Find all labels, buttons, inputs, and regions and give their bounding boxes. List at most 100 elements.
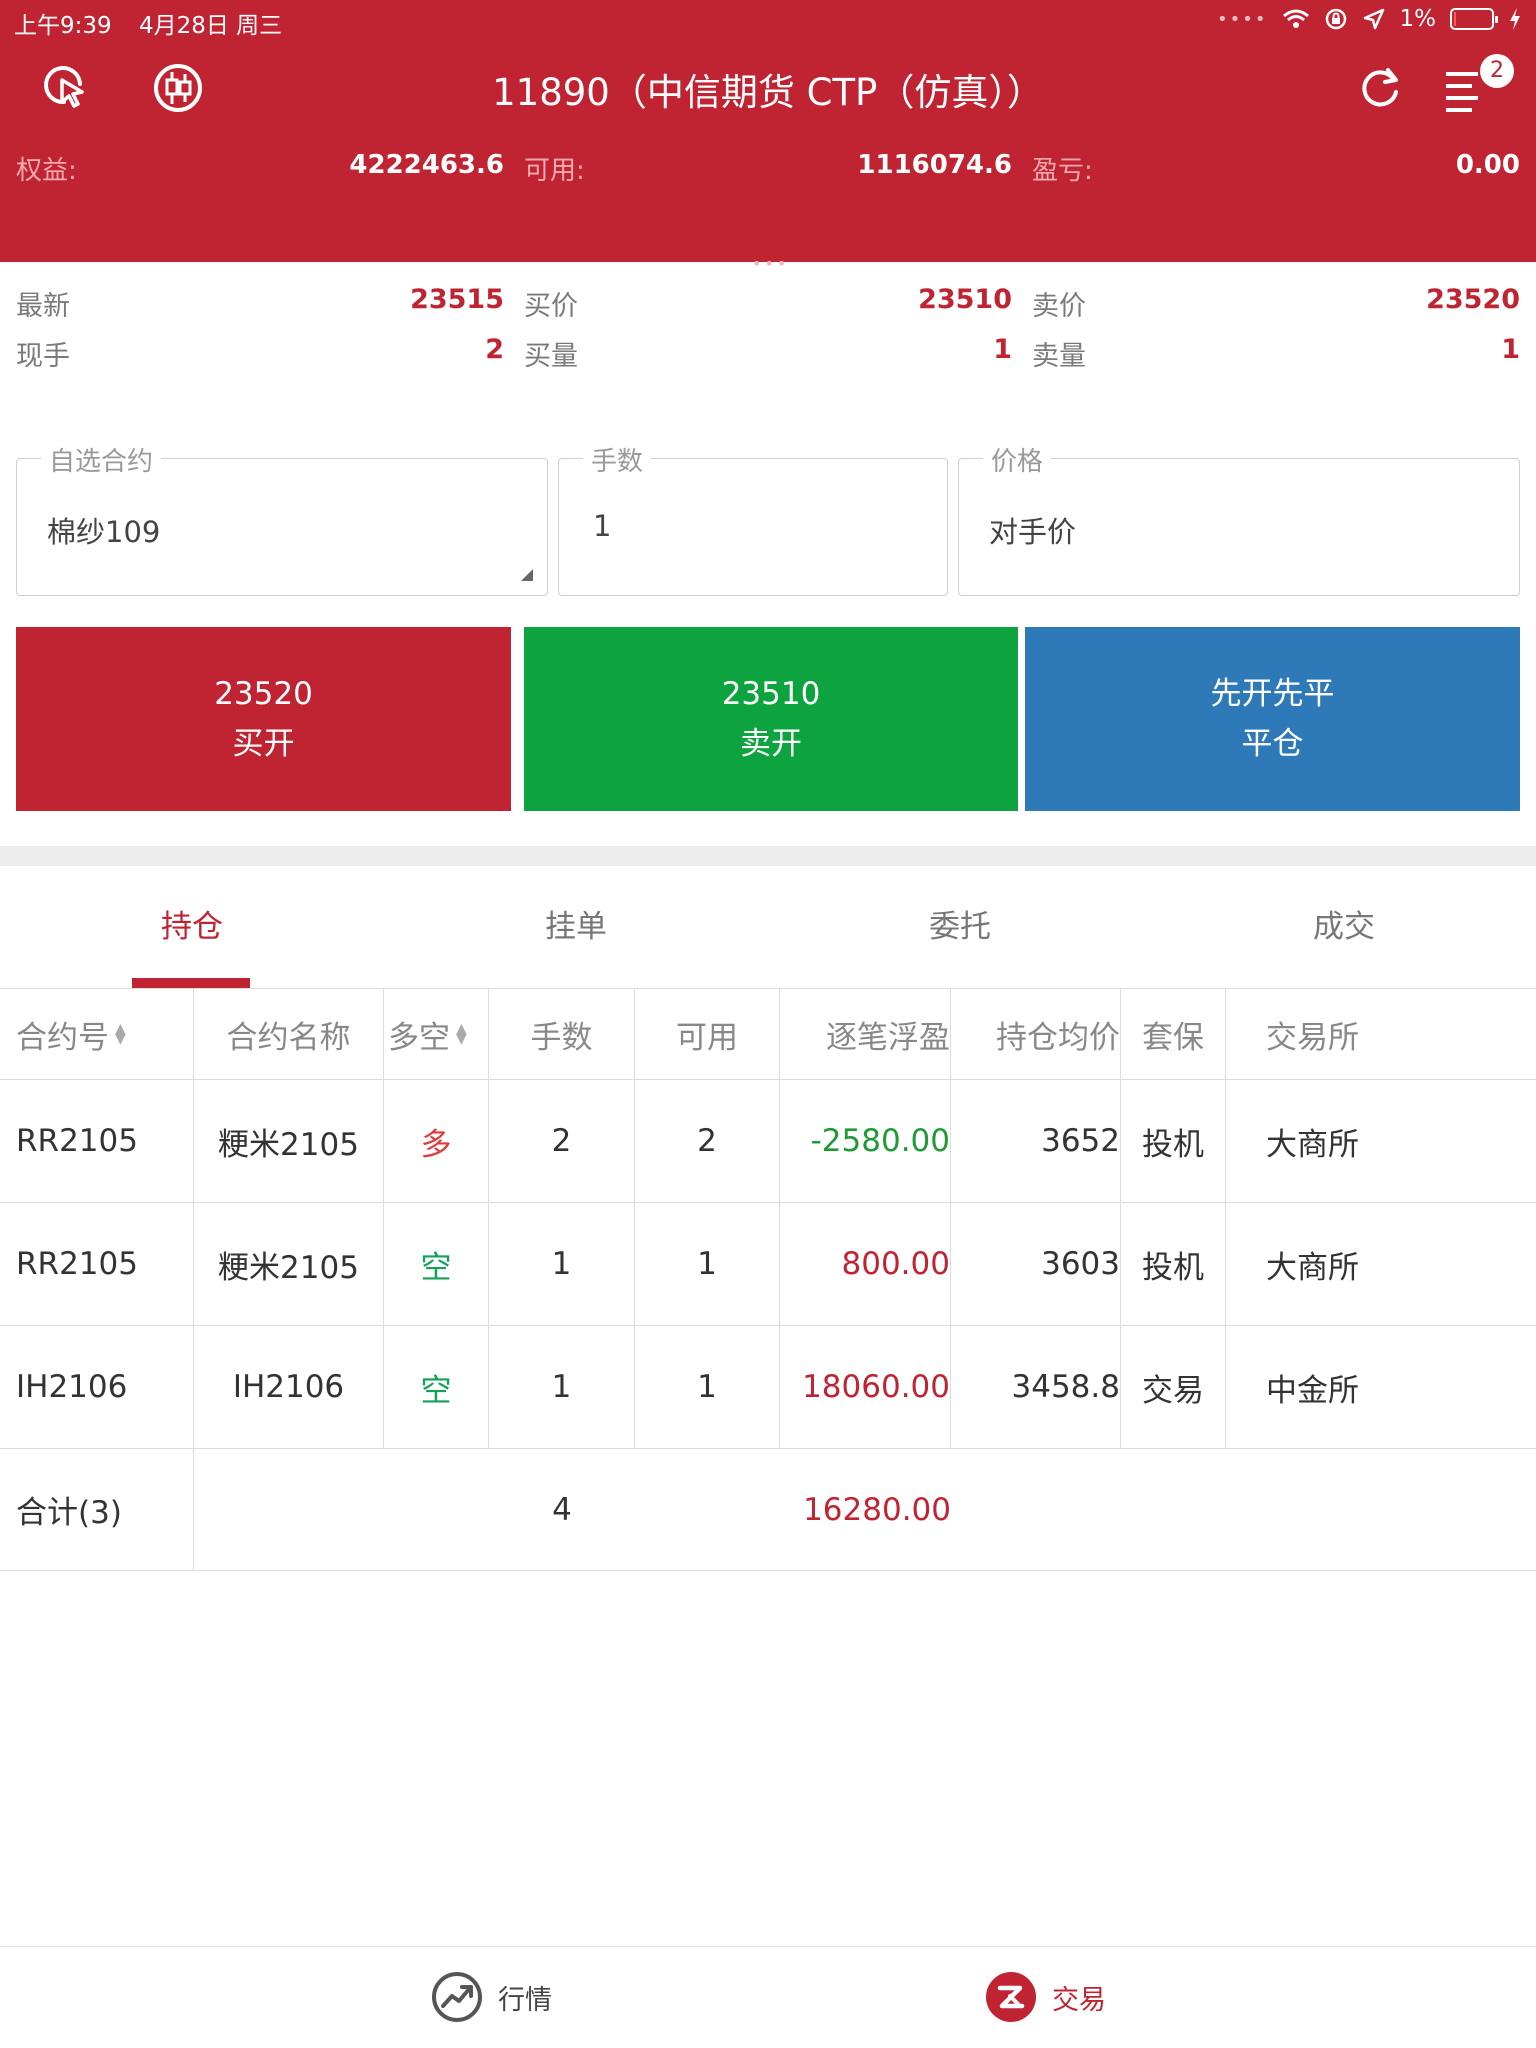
contract-select[interactable]: 自选合约 棉纱109 xyxy=(16,441,548,596)
contract-value: 棉纱109 xyxy=(47,515,161,549)
col-name-header: 合约名称 xyxy=(194,989,384,1079)
battery-percent: 1% xyxy=(1399,6,1437,32)
tab-orders-label: 委托 xyxy=(929,909,991,945)
cell-direction: 空 xyxy=(384,1326,489,1448)
last-price-value: 23515 xyxy=(410,284,504,315)
charging-icon xyxy=(1510,8,1520,30)
price-legend: 价格 xyxy=(983,441,1052,478)
rotation-lock-icon xyxy=(1325,8,1346,30)
price-value: 对手价 xyxy=(989,515,1077,549)
table-total-row: 合计(3) 4 16280.00 xyxy=(0,1449,1536,1571)
cell-pnl: -2580.00 xyxy=(780,1080,951,1202)
cell-name: 粳米2105 xyxy=(194,1203,384,1325)
col-available-label: 可用 xyxy=(676,1019,738,1056)
location-icon xyxy=(1363,8,1384,30)
ask-volume-label: 卖量 xyxy=(1032,341,1086,372)
nav-market[interactable]: 行情 xyxy=(430,1967,552,2027)
trend-chart-icon xyxy=(432,1972,482,2022)
nav-trade[interactable]: 交易 xyxy=(984,1967,1106,2027)
tab-orders[interactable]: 委托 xyxy=(768,866,1152,988)
close-position-button[interactable]: 先开先平 平仓 xyxy=(1025,627,1520,811)
col-exchange-header: 交易所 xyxy=(1226,989,1536,1079)
col-exchange-label: 交易所 xyxy=(1266,1019,1359,1056)
sort-icon: ▲ ▼ xyxy=(115,1021,126,1047)
cell-code: RR2105 xyxy=(0,1080,194,1202)
cell-lots: 1 xyxy=(489,1326,635,1448)
buy-open-label: 买开 xyxy=(232,726,295,762)
cell-direction: 多 xyxy=(384,1080,489,1202)
ask-price-label: 卖价 xyxy=(1032,291,1086,322)
pnl-label: 盈亏: xyxy=(1032,156,1093,186)
tab-pending-orders[interactable]: 挂单 xyxy=(384,866,768,988)
bottom-nav: 行情 交易 xyxy=(0,1946,1536,2048)
lots-input[interactable]: 手数 1 xyxy=(558,441,948,596)
cell-lots: 2 xyxy=(489,1080,635,1202)
last-volume-label: 现手 xyxy=(16,341,70,372)
cell-code: RR2105 xyxy=(0,1203,194,1325)
cell-available: 1 xyxy=(635,1326,780,1448)
table-row[interactable]: RR2105 粳米2105 多 2 2 -2580.00 3652 投机 大商所 xyxy=(0,1080,1536,1203)
cell-hedge: 交易 xyxy=(1121,1326,1226,1448)
col-direction-header[interactable]: 多空 ▲ ▼ xyxy=(384,989,489,1079)
cell-pnl: 800.00 xyxy=(780,1203,951,1325)
sell-open-button[interactable]: 23510 卖开 xyxy=(524,627,1018,811)
menu-button[interactable]: 2 xyxy=(1442,54,1514,114)
table-row[interactable]: IH2106 IH2106 空 1 1 18060.00 3458.8 交易 中… xyxy=(0,1326,1536,1449)
status-date: 4月28日 周三 xyxy=(138,13,283,39)
tab-positions-label: 持仓 xyxy=(161,909,223,945)
lots-legend: 手数 xyxy=(583,441,652,478)
nav-bar: 11890（中信期货 CTP（仿真）） 2 xyxy=(0,52,1536,128)
nav-market-label: 行情 xyxy=(498,1984,552,2016)
battery-icon xyxy=(1450,8,1498,30)
last-price-label: 最新 xyxy=(16,291,70,322)
cell-pnl: 18060.00 xyxy=(780,1326,951,1448)
cell-hedge: 投机 xyxy=(1121,1080,1226,1202)
dropdown-corner-icon xyxy=(521,569,533,581)
col-hedge-header: 套保 xyxy=(1121,989,1226,1079)
ask-price-value: 23520 xyxy=(1426,284,1520,315)
cell-exchange: 中金所 xyxy=(1266,1372,1359,1409)
tab-trades[interactable]: 成交 xyxy=(1152,866,1536,988)
total-lots: 4 xyxy=(552,1491,572,1528)
cell-exchange: 大商所 xyxy=(1266,1126,1359,1163)
cell-available: 2 xyxy=(635,1080,780,1202)
equity-value: 4222463.6 xyxy=(349,150,504,180)
price-input[interactable]: 价格 对手价 xyxy=(958,441,1520,596)
account-summary: 权益: 4222463.6 可用: 1116074.6 盈亏: 0.00 xyxy=(0,150,1536,190)
refresh-icon[interactable] xyxy=(1354,62,1406,114)
col-lots-label: 手数 xyxy=(530,1019,593,1056)
wifi-icon xyxy=(1282,9,1309,28)
col-avg-price-header: 持仓均价 xyxy=(951,989,1121,1079)
app-header: 上午9:39 4月28日 周三 •••• 1% 11890（中信期货 CTP（仿… xyxy=(0,0,1536,273)
table-row[interactable]: RR2105 粳米2105 空 1 1 800.00 3603 投机 大商所 xyxy=(0,1203,1536,1326)
bid-price-label: 买价 xyxy=(524,291,578,322)
cell-avg-price: 3652 xyxy=(951,1080,1121,1202)
quote-panel: 最新 23515 买价 23510 卖价 23520 现手 2 买量 1 卖量 … xyxy=(0,280,1536,380)
tab-positions[interactable]: 持仓 xyxy=(0,866,384,988)
nav-trade-label: 交易 xyxy=(1052,1984,1106,2016)
contract-legend: 自选合约 xyxy=(41,441,162,478)
cell-exchange: 大商所 xyxy=(1266,1249,1359,1286)
tab-trades-label: 成交 xyxy=(1313,909,1375,945)
bid-volume-value: 1 xyxy=(993,334,1012,365)
col-pnl-label: 逐笔浮盈 xyxy=(826,1019,950,1056)
available-value: 1116074.6 xyxy=(857,150,1012,180)
col-code-label: 合约号 xyxy=(16,1019,109,1056)
sell-open-label: 卖开 xyxy=(740,726,802,762)
total-pnl: 16280.00 xyxy=(803,1491,951,1528)
section-divider xyxy=(0,846,1536,866)
total-label: 合计(3) xyxy=(0,1449,194,1570)
cell-direction: 空 xyxy=(384,1203,489,1325)
ask-volume-value: 1 xyxy=(1501,334,1520,365)
buy-price: 23520 xyxy=(214,676,313,712)
sell-price: 23510 xyxy=(721,676,821,712)
page-title: 11890（中信期货 CTP（仿真）） xyxy=(492,71,1044,114)
drag-handle[interactable]: ••• xyxy=(752,254,789,273)
equity-label: 权益: xyxy=(16,156,77,186)
col-avg-price-label: 持仓均价 xyxy=(996,1019,1120,1056)
buy-open-button[interactable]: 23520 买开 xyxy=(16,627,511,811)
cell-lots: 1 xyxy=(489,1203,635,1325)
col-code-header[interactable]: 合约号 ▲ ▼ xyxy=(0,989,194,1079)
cell-avg-price: 3603 xyxy=(951,1203,1121,1325)
notification-badge: 2 xyxy=(1480,54,1514,88)
